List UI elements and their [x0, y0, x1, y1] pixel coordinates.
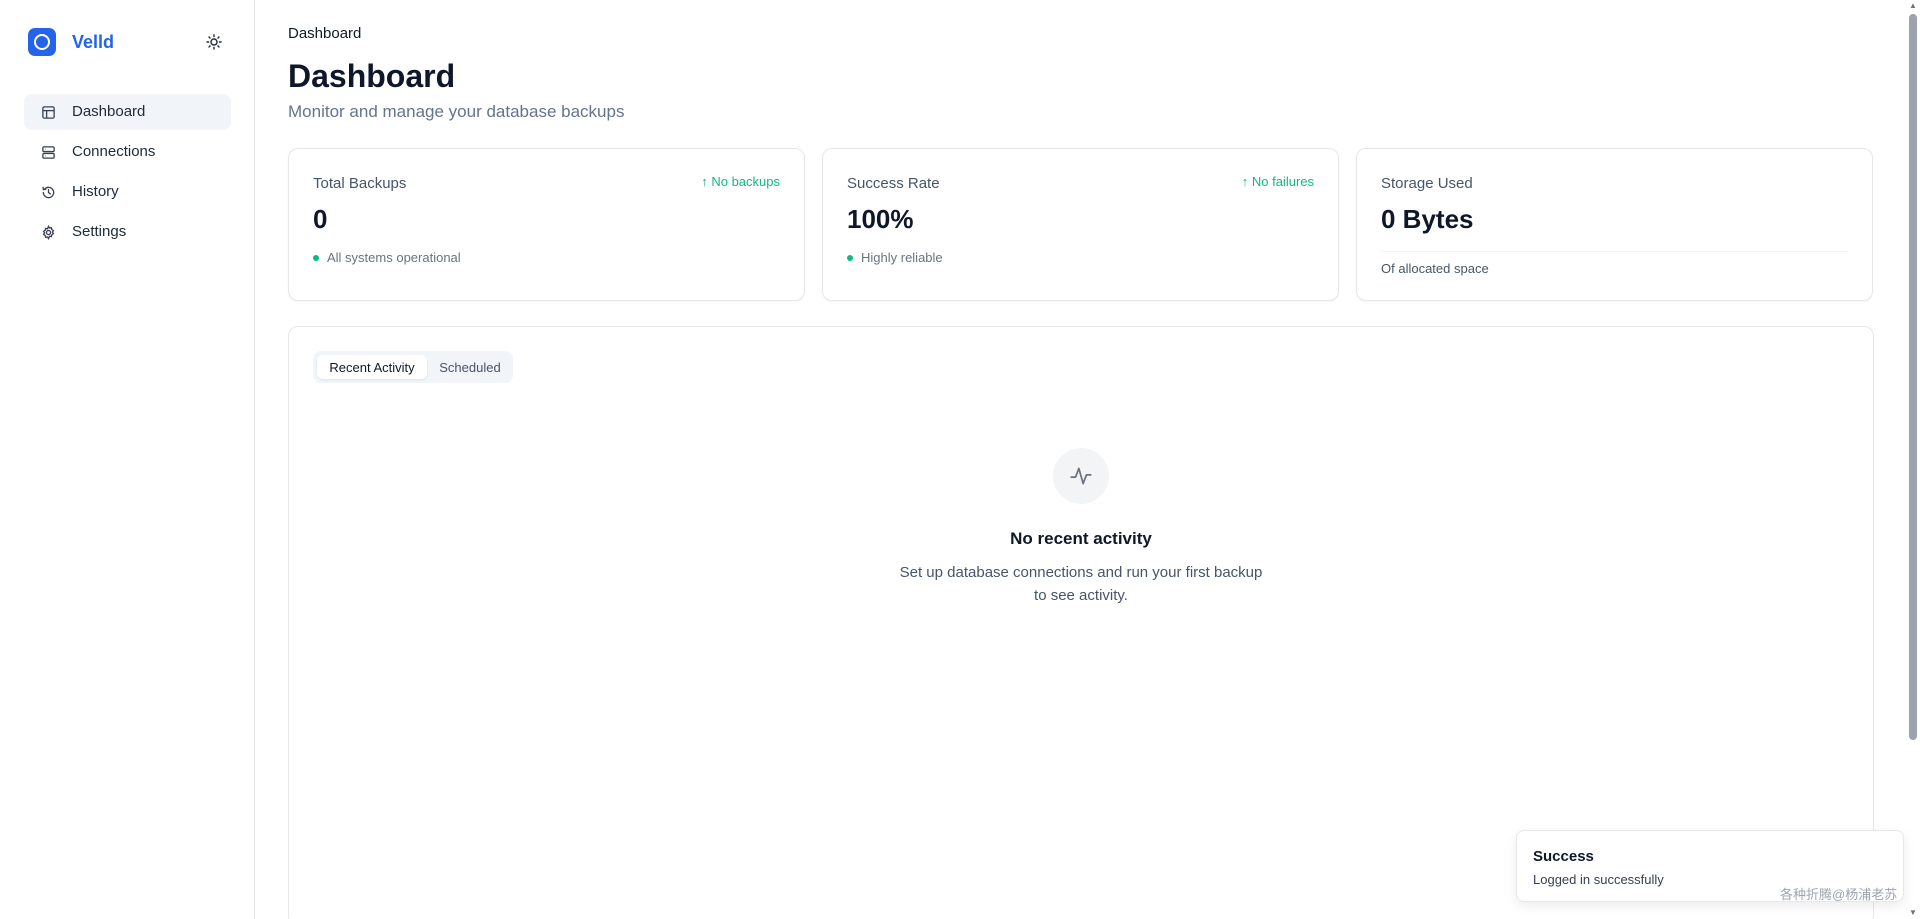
scroll-down-arrow-icon[interactable]: ▼ [1909, 909, 1917, 917]
stat-note: Highly reliable [847, 250, 943, 265]
stat-value: 100% [847, 204, 914, 234]
toast-message: Logged in successfully [1533, 872, 1664, 887]
empty-state-description: Set up database connections and run your… [889, 561, 1273, 607]
stat-label: Storage Used [1381, 175, 1473, 192]
sidebar-item-dashboard[interactable]: Dashboard [24, 94, 231, 130]
tab-recent-activity[interactable]: Recent Activity [317, 355, 427, 379]
gear-icon [40, 224, 56, 240]
tab-scheduled[interactable]: Scheduled [431, 355, 509, 379]
page-scrollbar[interactable]: ▲ ▼ [1906, 0, 1920, 919]
layout-icon [40, 104, 56, 120]
brand-name: Velld [72, 32, 115, 52]
sidebar-nav: Dashboard Connections History Settings [24, 94, 231, 254]
sidebar-item-connections[interactable]: Connections [24, 134, 231, 170]
sidebar-item-label: Connections [72, 143, 156, 160]
history-icon [40, 184, 56, 200]
stat-note: All systems operational [313, 250, 461, 265]
stat-note: Of allocated space [1381, 261, 1489, 276]
main-content: Dashboard Dashboard Monitor and manage y… [256, 0, 1906, 919]
stat-label: Success Rate [847, 175, 940, 192]
stat-note-text: All systems operational [327, 250, 461, 265]
empty-desc-line: Set up database connections and run your… [899, 564, 1263, 581]
stat-trend: ↑ No failures [1242, 174, 1314, 189]
empty-state-title: No recent activity [1010, 529, 1152, 548]
stat-note-text: Highly reliable [861, 250, 943, 265]
sidebar-item-label: Dashboard [72, 103, 146, 120]
page-title: Dashboard [288, 58, 456, 94]
arrow-up-icon: ↑ [1241, 174, 1249, 189]
stat-trend-text: No failures [1251, 174, 1314, 189]
stat-trend-text: No backups [711, 174, 780, 189]
sidebar-item-history[interactable]: History [24, 174, 231, 210]
stat-card-total-backups: Total Backups ↑ No backups 0 All systems… [288, 148, 805, 301]
theme-toggle-button[interactable] [200, 28, 228, 56]
activity-tabs: Recent Activity Scheduled [313, 351, 513, 383]
sidebar-item-settings[interactable]: Settings [24, 214, 231, 250]
empty-desc-line: to see activity. [1034, 587, 1128, 604]
stat-card-storage-used: Storage Used 0 Bytes Of allocated space [1356, 148, 1873, 301]
stats-row: Total Backups ↑ No backups 0 All systems… [288, 148, 1874, 301]
divider [1381, 251, 1848, 252]
activity-pulse-icon [1070, 467, 1092, 485]
sun-icon [206, 34, 222, 50]
toast-title: Success [1533, 848, 1594, 865]
sidebar: Velld Dashboard Connections History Sett… [0, 0, 255, 919]
server-icon [40, 144, 56, 160]
status-dot-icon [313, 254, 319, 261]
app-root: Velld Dashboard Connections History Sett… [0, 0, 1920, 919]
status-dot-icon [847, 254, 853, 261]
page-subtitle: Monitor and manage your database backups [288, 102, 625, 121]
circle-logo-icon [28, 28, 56, 56]
stat-label: Total Backups [313, 175, 407, 192]
scroll-up-arrow-icon[interactable]: ▲ [1909, 2, 1917, 10]
brand: Velld [28, 28, 228, 56]
stat-card-success-rate: Success Rate ↑ No failures 100% Highly r… [822, 148, 1339, 301]
arrow-up-icon: ↑ [701, 174, 708, 189]
sidebar-item-label: Settings [72, 223, 127, 240]
stat-trend: ↑ No backups [701, 174, 780, 189]
stat-value: 0 [313, 204, 328, 234]
sidebar-item-label: History [72, 183, 119, 200]
watermark-text: 各种折腾@杨浦老苏 [1780, 887, 1898, 902]
scrollbar-thumb[interactable] [1909, 14, 1917, 740]
empty-state-icon-wrap [1053, 448, 1109, 504]
stat-value: 0 Bytes [1381, 204, 1474, 234]
breadcrumb[interactable]: Dashboard [288, 25, 361, 42]
